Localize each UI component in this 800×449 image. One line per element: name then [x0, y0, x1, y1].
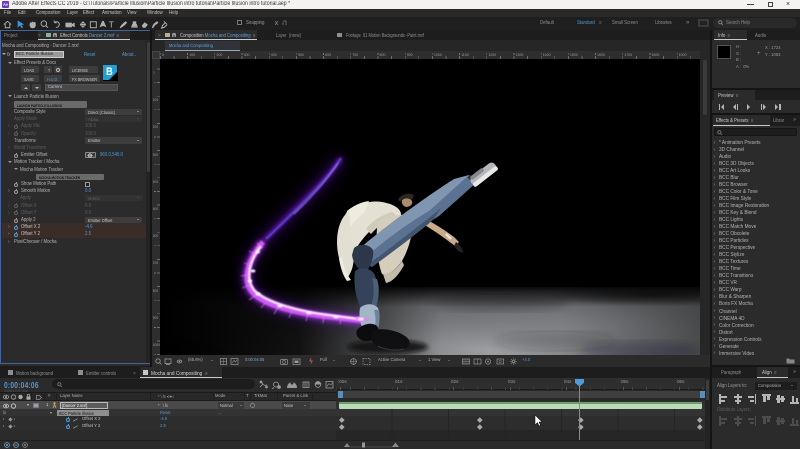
svg-text:T: T: [109, 20, 114, 29]
